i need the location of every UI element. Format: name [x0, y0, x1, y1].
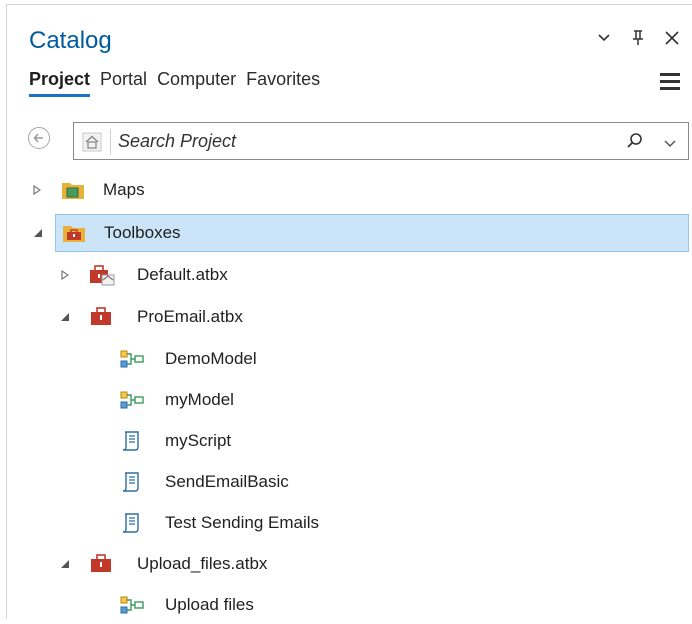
- tree-item-upload-files-atbx[interactable]: Upload_files.atbx: [7, 545, 687, 583]
- tree-item-myscript[interactable]: myScript: [7, 422, 687, 460]
- close-icon[interactable]: [664, 29, 680, 47]
- hamburger-menu-icon[interactable]: [660, 73, 680, 90]
- tree-item-proemail-atbx[interactable]: ProEmail.atbx: [7, 298, 687, 336]
- maps-folder-icon: [61, 179, 85, 201]
- search-box: [73, 122, 689, 160]
- tree-item-test-sending-emails[interactable]: Test Sending Emails: [7, 504, 687, 542]
- tree-item-label: ProEmail.atbx: [137, 307, 243, 326]
- pane-options-chevron-icon[interactable]: [596, 29, 612, 47]
- search-options-chevron-icon[interactable]: [664, 135, 676, 153]
- tree-item-mymodel[interactable]: myModel: [7, 381, 687, 419]
- pin-icon[interactable]: [630, 29, 646, 47]
- tree-item-sendemailbasic[interactable]: SendEmailBasic: [7, 463, 687, 501]
- search-icon[interactable]: [626, 132, 644, 155]
- script-tool-icon: [121, 430, 145, 452]
- tree-item-label: Upload files: [165, 595, 254, 614]
- collapse-arrow-icon[interactable]: [59, 311, 71, 323]
- expand-arrow-icon[interactable]: [59, 269, 71, 281]
- script-tool-icon: [121, 512, 145, 534]
- toolbox-icon: [89, 553, 113, 575]
- tree-item-label: myScript: [165, 431, 232, 450]
- toolboxes-folder-icon: [62, 222, 86, 244]
- tab-project[interactable]: Project: [29, 69, 91, 97]
- back-arrow-icon[interactable]: [28, 127, 50, 149]
- tree-item-default-atbx[interactable]: Default.atbx: [7, 256, 687, 294]
- search-divider: [110, 129, 111, 155]
- pane-title-tools: [596, 29, 680, 47]
- expand-arrow-icon[interactable]: [31, 184, 43, 196]
- collapse-arrow-icon[interactable]: [32, 227, 44, 239]
- home-icon[interactable]: [82, 132, 102, 152]
- catalog-tabs: Project Portal Computer Favorites: [29, 69, 320, 97]
- tree-item-upload-files[interactable]: Upload files: [7, 586, 687, 624]
- tree-item-label: Default.atbx: [137, 265, 228, 284]
- tree-item-label: Upload_files.atbx: [137, 554, 268, 573]
- pane-title: Catalog: [29, 27, 112, 54]
- tab-favorites[interactable]: Favorites: [246, 69, 320, 97]
- tab-computer[interactable]: Computer: [157, 69, 236, 97]
- default-toolbox-icon: [89, 264, 115, 286]
- tree-item-toolboxes[interactable]: Toolboxes: [34, 214, 689, 252]
- tree-item-label: Toolboxes: [104, 223, 181, 242]
- tree-item-label: SendEmailBasic: [165, 472, 289, 491]
- model-tool-icon: [119, 390, 144, 412]
- tree-item-label: DemoModel: [165, 349, 257, 368]
- search-input[interactable]: [116, 127, 596, 155]
- tree-item-maps[interactable]: Maps: [7, 171, 687, 209]
- toolbox-icon: [89, 306, 113, 328]
- collapse-arrow-icon[interactable]: [59, 558, 71, 570]
- model-tool-icon: [119, 595, 144, 617]
- tree-item-demomodel[interactable]: DemoModel: [7, 340, 687, 378]
- tree-item-label: Test Sending Emails: [165, 513, 320, 532]
- catalog-pane: Catalog Project Portal Computer Favorite…: [6, 4, 692, 619]
- script-tool-icon: [121, 471, 145, 493]
- tab-portal[interactable]: Portal: [100, 69, 147, 97]
- model-tool-icon: [119, 349, 144, 371]
- tree-item-label: myModel: [165, 390, 234, 409]
- tree-item-label: Maps: [103, 180, 145, 199]
